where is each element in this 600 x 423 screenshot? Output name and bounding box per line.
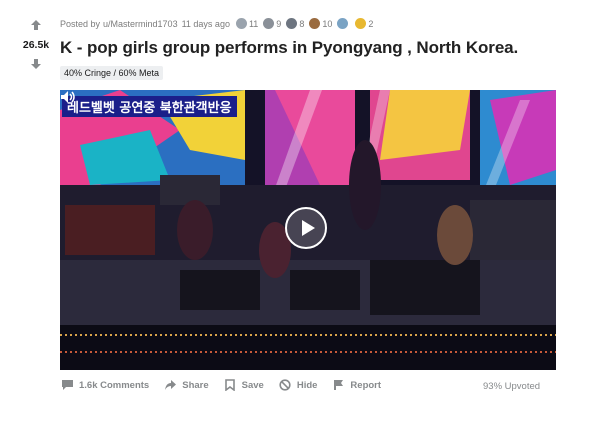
flag-icon bbox=[331, 378, 345, 392]
share-icon bbox=[163, 378, 177, 392]
hide-icon bbox=[278, 378, 292, 392]
award-wholesome[interactable]: 8 bbox=[286, 18, 304, 29]
post-action-bar: 1.6k Comments Share Save Hide Report bbox=[60, 378, 395, 392]
report-button[interactable]: Report bbox=[331, 378, 381, 392]
gold-award-icon bbox=[355, 18, 367, 29]
save-label: Save bbox=[241, 379, 264, 391]
rocket-award-icon bbox=[337, 18, 349, 29]
volume-icon[interactable] bbox=[60, 90, 76, 104]
award-helpful[interactable]: 9 bbox=[263, 18, 281, 29]
vote-column: 26.5k bbox=[18, 18, 54, 71]
downvote-button[interactable] bbox=[27, 57, 45, 71]
downvote-arrow-icon bbox=[31, 59, 41, 69]
post-flair[interactable]: 40% Cringe / 60% Meta bbox=[60, 66, 164, 80]
hide-label: Hide bbox=[296, 379, 318, 391]
play-button[interactable] bbox=[285, 207, 327, 249]
award-rocket[interactable] bbox=[337, 18, 350, 29]
upvote-button[interactable] bbox=[27, 18, 45, 32]
upvote-ratio: 93% Upvoted bbox=[483, 381, 541, 392]
posted-by-label: Posted by bbox=[60, 18, 101, 29]
helpful-award-icon bbox=[263, 18, 275, 29]
award-bear[interactable]: 10 bbox=[309, 18, 332, 29]
hide-button[interactable]: Hide bbox=[278, 378, 318, 392]
wholesome-award-icon bbox=[286, 18, 298, 29]
share-button[interactable]: Share bbox=[163, 378, 209, 392]
award-silver[interactable]: 11 bbox=[235, 18, 258, 29]
author-link[interactable]: u/Mastermind1703 bbox=[103, 19, 178, 29]
post-title[interactable]: K - pop girls group performs in Pyongyan… bbox=[60, 38, 518, 58]
share-label: Share bbox=[182, 379, 209, 391]
video-player[interactable]: 레드벨벳 공연중 북한관객반응 bbox=[60, 90, 556, 370]
post-meta: Posted by u/Mastermind1703 11 days ago 1… bbox=[60, 18, 373, 29]
comments-button[interactable]: 1.6k Comments bbox=[60, 378, 149, 392]
comment-icon bbox=[60, 378, 74, 392]
comments-label: 1.6k Comments bbox=[79, 379, 150, 391]
report-label: Report bbox=[350, 379, 382, 391]
silver-award-icon bbox=[235, 18, 247, 29]
award-gold[interactable]: 2 bbox=[355, 18, 373, 29]
upvote-arrow-icon bbox=[31, 20, 41, 30]
vote-score: 26.5k bbox=[22, 39, 50, 51]
video-caption: 레드벨벳 공연중 북한관객반응 bbox=[62, 96, 237, 117]
save-button[interactable]: Save bbox=[223, 378, 264, 392]
bear-award-icon bbox=[309, 18, 321, 29]
post-time: 11 days ago bbox=[181, 18, 230, 29]
bookmark-icon bbox=[223, 378, 237, 392]
